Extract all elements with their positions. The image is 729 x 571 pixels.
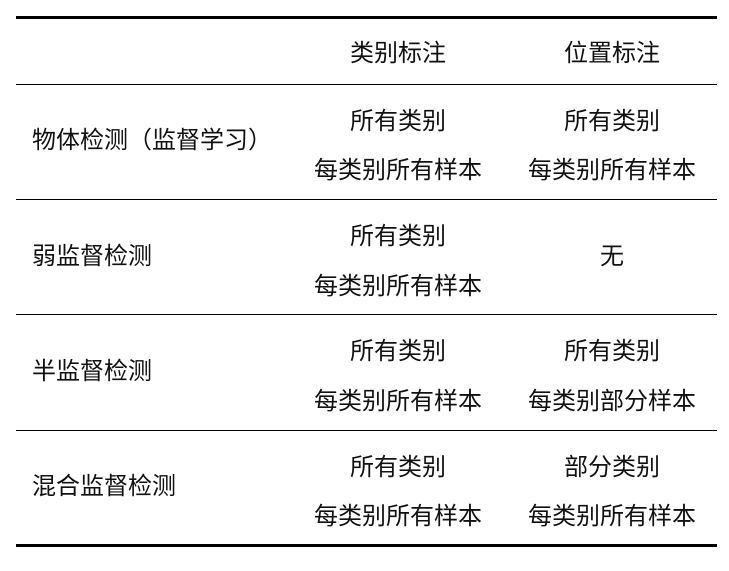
header-rule	[16, 84, 717, 85]
position-line: 无	[600, 242, 624, 270]
position-line: 所有类别	[564, 107, 660, 135]
category-line: 每类别所有样本	[314, 272, 482, 300]
row-name: 物体检测（监督学习）	[32, 126, 272, 154]
position-line: 每类别部分样本	[528, 387, 696, 415]
category-line: 所有类别	[350, 337, 446, 365]
row-divider	[16, 199, 717, 200]
category-line: 每类别所有样本	[314, 502, 482, 530]
category-line: 所有类别	[350, 222, 446, 250]
bottom-rule	[16, 544, 717, 547]
category-line: 所有类别	[350, 107, 446, 135]
row-name: 混合监督检测	[32, 472, 176, 500]
row-name: 弱监督检测	[32, 242, 152, 270]
position-line: 每类别所有样本	[528, 502, 696, 530]
category-line: 每类别所有样本	[314, 156, 482, 184]
header-position-label: 位置标注	[564, 39, 660, 67]
category-line: 所有类别	[350, 453, 446, 481]
position-line: 所有类别	[564, 337, 660, 365]
row-divider	[16, 430, 717, 431]
category-line: 每类别所有样本	[314, 387, 482, 415]
header-category-label: 类别标注	[350, 39, 446, 67]
row-name: 半监督检测	[32, 357, 152, 385]
row-divider	[16, 314, 717, 315]
position-line: 部分类别	[564, 453, 660, 481]
position-line: 每类别所有样本	[528, 156, 696, 184]
top-rule	[16, 16, 717, 19]
